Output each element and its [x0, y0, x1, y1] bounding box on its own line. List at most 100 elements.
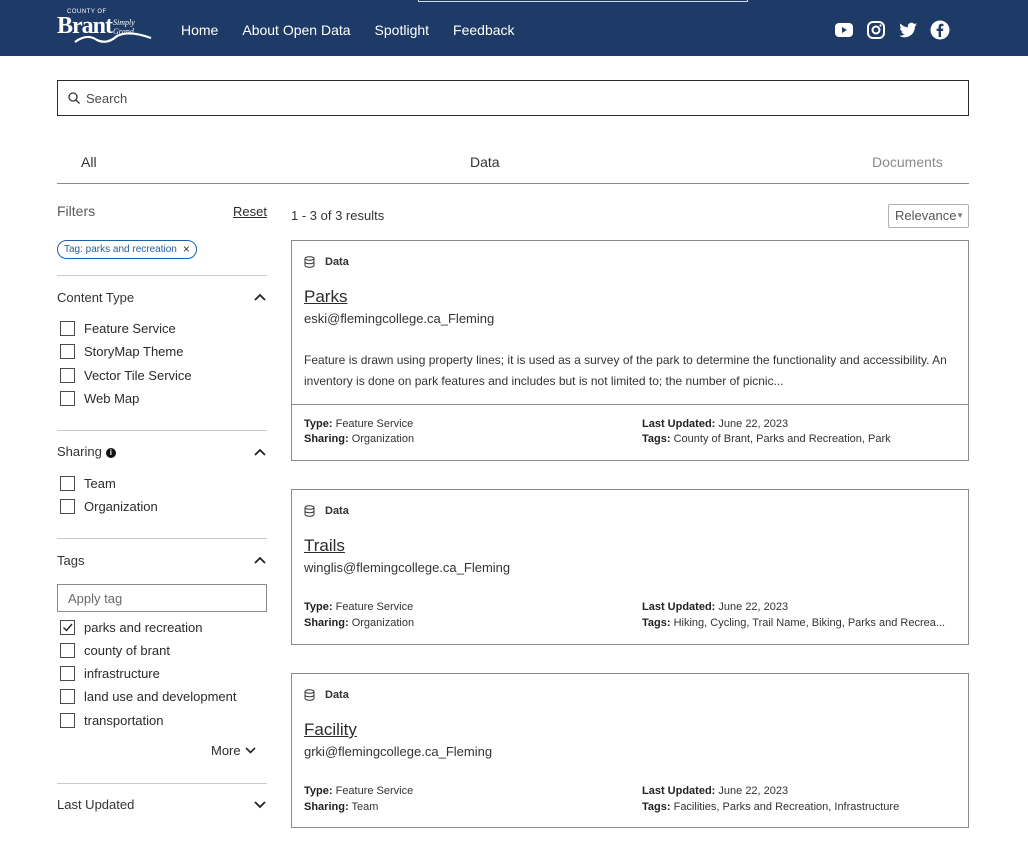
- instagram-icon[interactable]: [866, 20, 886, 40]
- result-tabs: All Data Documents: [57, 146, 969, 184]
- meta-value: Feature Service: [335, 418, 414, 430]
- tab-documents[interactable]: Documents: [872, 154, 943, 170]
- checkbox[interactable]: [60, 666, 75, 681]
- chevron-up-icon[interactable]: [254, 556, 266, 564]
- tag-option-transportation[interactable]: transportation: [60, 713, 164, 728]
- youtube-icon[interactable]: [834, 20, 854, 40]
- result-type-label: Data: [325, 256, 349, 268]
- meta-value: Feature Service: [335, 601, 414, 613]
- sharing-title: Sharing i: [57, 444, 116, 459]
- result-updated-meta: Last Updated: June 22, 2023: [642, 418, 788, 430]
- nav-about-open-data[interactable]: About Open Data: [242, 22, 350, 38]
- logo-swoosh-icon: [74, 32, 152, 43]
- checkbox-checked[interactable]: [60, 620, 75, 635]
- result-owner: winglis@flemingcollege.ca_Fleming: [304, 560, 511, 575]
- tag-option-land-use-and-development[interactable]: land use and development: [60, 689, 237, 704]
- filter-option-team[interactable]: Team: [60, 476, 116, 491]
- tag-option-county-of-brant[interactable]: county of brant: [60, 643, 170, 658]
- checkbox-label: Feature Service: [84, 321, 176, 336]
- result-card[interactable]: Data Trails winglis@flemingcollege.ca_Fl…: [291, 489, 969, 645]
- chevron-up-icon[interactable]: [254, 293, 266, 301]
- meta-label: Tags:: [642, 617, 671, 629]
- twitter-icon[interactable]: [898, 20, 918, 40]
- checkbox-label: Team: [84, 476, 116, 491]
- checkmark-icon: [63, 623, 73, 632]
- result-card[interactable]: Data Parks eski@flemingcollege.ca_Flemin…: [291, 240, 969, 461]
- more-tags-button[interactable]: More: [211, 743, 256, 758]
- result-title-link[interactable]: Trails: [304, 536, 345, 556]
- info-icon[interactable]: i: [105, 447, 116, 458]
- tab-all[interactable]: All: [81, 154, 97, 170]
- search-bar: [57, 80, 969, 116]
- tag-option-infrastructure[interactable]: infrastructure: [60, 666, 160, 681]
- meta-label: Sharing:: [304, 433, 349, 445]
- checkbox[interactable]: [60, 321, 75, 336]
- tag-option-parks-and-recreation[interactable]: parks and recreation: [60, 620, 203, 635]
- content-type-title: Content Type: [57, 290, 135, 305]
- result-sharing-meta: Sharing: Organization: [304, 433, 414, 445]
- checkbox[interactable]: [60, 344, 75, 359]
- reset-filters-link[interactable]: Reset: [233, 204, 267, 219]
- meta-value: Organization: [351, 617, 415, 629]
- checkbox[interactable]: [60, 643, 75, 658]
- sort-select-value: Relevance: [895, 208, 957, 223]
- result-owner: grki@flemingcollege.ca_Fleming: [304, 744, 493, 759]
- chevron-down-icon: [245, 747, 256, 754]
- result-title-link[interactable]: Parks: [304, 287, 347, 307]
- active-filter-chip[interactable]: Tag: parks and recreation ×: [57, 240, 197, 259]
- checkbox-label: Vector Tile Service: [84, 368, 192, 383]
- nav-spotlight[interactable]: Spotlight: [375, 22, 429, 38]
- checkbox[interactable]: [60, 476, 75, 491]
- meta-label: Type:: [304, 785, 333, 797]
- caret-down-icon: ▼: [956, 211, 964, 220]
- nav-feedback[interactable]: Feedback: [453, 22, 514, 38]
- meta-value: June 22, 2023: [718, 785, 789, 797]
- county-logo[interactable]: COUNTY OF Brant Simply Grand: [57, 9, 157, 49]
- remove-filter-icon[interactable]: ×: [183, 241, 190, 258]
- filter-option-organization[interactable]: Organization: [60, 499, 158, 514]
- meta-label: Last Updated:: [642, 785, 716, 797]
- tags-title: Tags: [57, 553, 85, 568]
- sort-select[interactable]: Relevance ▼: [888, 204, 969, 228]
- checkbox[interactable]: [60, 713, 75, 728]
- facebook-icon[interactable]: [930, 20, 950, 40]
- filter-option-feature-service[interactable]: Feature Service: [60, 321, 176, 336]
- meta-value: June 22, 2023: [718, 601, 789, 613]
- filter-option-storymap-theme[interactable]: StoryMap Theme: [60, 344, 183, 359]
- checkbox[interactable]: [60, 368, 75, 383]
- card-divider: [292, 404, 968, 405]
- meta-label: Type:: [304, 418, 333, 430]
- checkbox-label: Organization: [84, 499, 158, 514]
- checkbox[interactable]: [60, 391, 75, 406]
- database-icon: [304, 256, 315, 268]
- result-title-link[interactable]: Facility: [304, 720, 357, 740]
- result-type-meta: Type: Feature Service: [304, 601, 413, 613]
- results-count: 1 - 3 of 3 results: [291, 208, 385, 223]
- chevron-down-icon[interactable]: [254, 801, 266, 809]
- social-links: [834, 20, 950, 40]
- meta-label: Sharing:: [304, 801, 349, 813]
- apply-tag-input[interactable]: [57, 584, 267, 612]
- filter-option-web-map[interactable]: Web Map: [60, 391, 139, 406]
- checkbox[interactable]: [60, 499, 75, 514]
- result-tags-meta: Tags: Facilities, Parks and Recreation, …: [642, 801, 899, 813]
- result-card[interactable]: Data Facility grki@flemingcollege.ca_Fle…: [291, 673, 969, 828]
- result-description: Feature is drawn using property lines; i…: [304, 353, 947, 388]
- nav-home[interactable]: Home: [181, 22, 218, 38]
- search-input[interactable]: [86, 82, 946, 114]
- tab-data[interactable]: Data: [470, 154, 500, 170]
- divider: [57, 275, 267, 276]
- checkbox-label: parks and recreation: [84, 620, 203, 635]
- checkbox[interactable]: [60, 689, 75, 704]
- meta-label: Last Updated:: [642, 418, 716, 430]
- checkbox-label: land use and development: [84, 689, 237, 704]
- site-header: COUNTY OF Brant Simply Grand Home About …: [0, 0, 1028, 56]
- result-type: Data: [304, 505, 349, 517]
- checkbox-label: Web Map: [84, 391, 140, 406]
- database-icon: [304, 505, 315, 517]
- meta-label: Tags:: [642, 801, 671, 813]
- filter-option-vector-tile-service[interactable]: Vector Tile Service: [60, 368, 192, 383]
- chevron-up-icon[interactable]: [254, 448, 266, 456]
- result-type: Data: [304, 689, 349, 701]
- meta-value: Organization: [351, 433, 415, 445]
